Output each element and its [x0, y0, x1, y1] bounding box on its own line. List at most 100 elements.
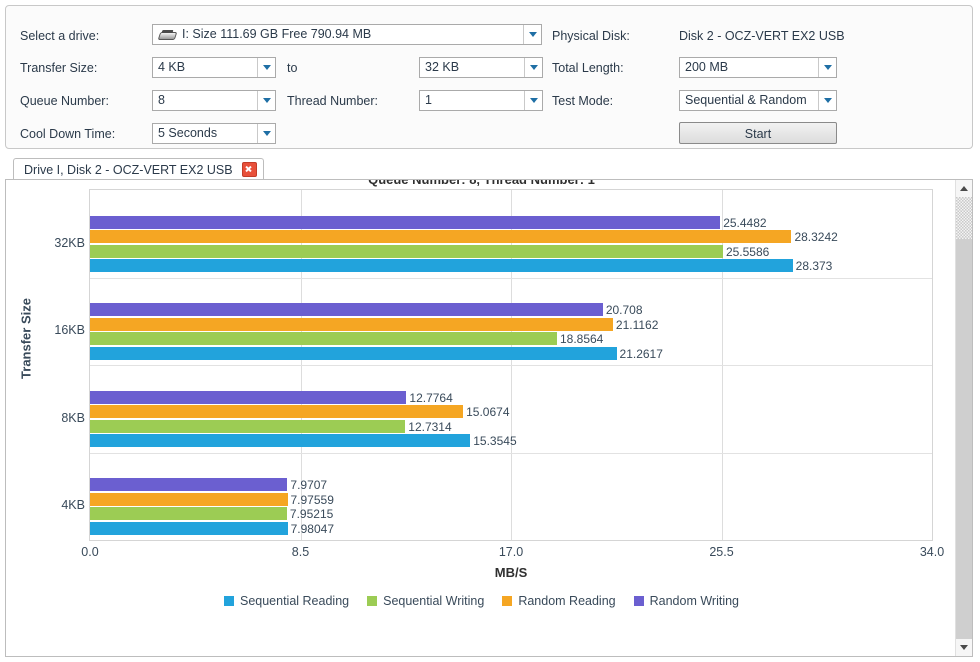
cool-down-time-label: Cool Down Time:	[20, 127, 116, 141]
chevron-down-icon[interactable]	[257, 58, 275, 77]
legend-swatch-icon	[223, 596, 234, 606]
tab-drive-result[interactable]: Drive I, Disk 2 - OCZ-VERT EX2 USB	[13, 158, 264, 180]
chevron-down-icon[interactable]	[523, 25, 541, 44]
tab-label: Drive I, Disk 2 - OCZ-VERT EX2 USB	[24, 162, 233, 177]
bar-32KB-sequential-reading	[90, 259, 793, 272]
chevron-down-icon[interactable]	[257, 91, 275, 110]
drive-select-value: I: Size 111.69 GB Free 790.94 MB	[182, 27, 372, 41]
x-tick-label: 34.0	[919, 545, 945, 559]
settings-panel: Select a drive: I: Size 111.69 GB Free 7…	[5, 5, 973, 149]
x-axis-title: MB/S	[494, 565, 528, 580]
chevron-down-icon[interactable]	[818, 58, 836, 77]
queue-number-value: 8	[158, 93, 165, 107]
bar-8KB-sequential-reading	[90, 434, 471, 447]
test-mode-select[interactable]: Sequential & Random	[679, 90, 837, 111]
bar-value-label: 7.9707	[290, 478, 328, 492]
chart-canvas: Queue Number: 8, Thread Number: 1 Transf…	[6, 180, 955, 656]
bar-value-label: 12.7764	[409, 390, 453, 405]
legend-label: Random Reading	[518, 594, 616, 608]
grid-line-horizontal	[90, 452, 932, 454]
legend-label: Sequential Writing	[383, 594, 485, 608]
bar-4KB-random-writing	[90, 478, 288, 491]
transfer-size-label: Transfer Size:	[20, 61, 98, 75]
scroll-track[interactable]	[956, 197, 972, 639]
bar-value-label: 25.4482	[723, 215, 767, 230]
y-tick-label: 8KB	[61, 410, 85, 425]
bar-4KB-sequential-reading	[90, 521, 288, 535]
legend-swatch-icon	[367, 596, 378, 606]
legend-item[interactable]: Sequential Writing	[367, 594, 484, 608]
test-mode-label: Test Mode:	[552, 94, 614, 108]
queue-number-label: Queue Number:	[20, 94, 109, 108]
bar-value-label: 7.98047	[290, 521, 335, 536]
bar-value-label: 18.8564	[559, 332, 604, 346]
bar-16KB-random-reading	[90, 317, 613, 331]
bar-value-label: 15.0674	[466, 405, 510, 419]
cool-down-time-select[interactable]: 5 Seconds	[152, 123, 276, 144]
transfer-size-from-value: 4 KB	[158, 60, 186, 74]
bar-value-label: 15.3545	[473, 434, 517, 448]
bar-32KB-random-reading	[90, 230, 792, 243]
hard-disk-icon	[157, 29, 178, 40]
bar-16KB-sequential-reading	[90, 346, 617, 360]
scroll-down-icon[interactable]	[956, 639, 972, 656]
physical-disk-value: Disk 2 - OCZ-VERT EX2 USB	[679, 29, 845, 43]
bar-value-label: 25.5586	[725, 244, 770, 259]
x-tick-label: 25.5	[709, 545, 734, 559]
y-tick-label: 32KB	[54, 235, 85, 250]
scroll-up-icon[interactable]	[956, 180, 972, 197]
bar-value-label: 7.97559	[290, 492, 334, 507]
bar-value-label: 28.3242	[794, 230, 838, 244]
bar-4KB-random-reading	[90, 492, 288, 506]
vertical-scrollbar[interactable]	[955, 180, 972, 656]
bar-value-label: 20.708	[605, 303, 643, 317]
transfer-size-to-select[interactable]: 32 KB	[419, 57, 543, 78]
bar-32KB-sequential-writing	[90, 244, 723, 258]
cool-down-time-value: 5 Seconds	[158, 126, 218, 140]
chevron-down-icon[interactable]	[818, 91, 836, 110]
total-length-label: Total Length:	[552, 61, 624, 75]
chart-viewport: Queue Number: 8, Thread Number: 1 Transf…	[6, 180, 955, 656]
legend-swatch-icon	[633, 596, 644, 606]
scroll-thumb[interactable]	[956, 197, 972, 239]
transfer-size-to-label: to	[287, 61, 298, 75]
chart-title: Queue Number: 8, Thread Number: 1	[6, 180, 955, 189]
legend-item[interactable]: Random Reading	[502, 594, 616, 608]
transfer-size-to-value: 32 KB	[425, 60, 460, 74]
chart-legend: Sequential Reading Sequential Writing Rand…	[6, 594, 955, 608]
bar-16KB-random-writing	[90, 303, 603, 316]
x-tick-label: 8.5	[291, 545, 310, 559]
bar-value-label: 21.2617	[619, 346, 663, 361]
bar-8KB-random-writing	[90, 390, 407, 404]
plot-area: 7.98047 7.95215 7.97559 7.9707 15.3545 12.731…	[89, 189, 933, 541]
x-tick-label: 17.0	[498, 545, 524, 559]
legend-label: Sequential Reading	[239, 594, 350, 608]
thread-number-label: Thread Number:	[287, 94, 379, 108]
legend-label: Random Writing	[649, 594, 740, 608]
grid-line-horizontal	[90, 277, 932, 279]
legend-swatch-icon	[502, 596, 513, 606]
legend-item[interactable]: Random Writing	[633, 594, 740, 608]
legend-item[interactable]: Sequential Reading	[223, 594, 350, 608]
physical-disk-label: Physical Disk:	[552, 29, 630, 43]
queue-number-select[interactable]: 8	[152, 90, 276, 111]
transfer-size-from-select[interactable]: 4 KB	[152, 57, 276, 78]
chevron-down-icon[interactable]	[524, 91, 542, 110]
tabstrip: Drive I, Disk 2 - OCZ-VERT EX2 USB	[5, 158, 973, 180]
drive-select[interactable]: I: Size 111.69 GB Free 790.94 MB	[152, 24, 542, 45]
thread-number-value: 1	[425, 93, 432, 107]
thread-number-select[interactable]: 1	[419, 90, 543, 111]
grid-line-horizontal	[90, 365, 932, 366]
total-length-select[interactable]: 200 MB	[679, 57, 837, 78]
close-icon[interactable]	[241, 162, 257, 177]
test-mode-value: Sequential & Random	[685, 93, 807, 107]
y-tick-label: 16KB	[54, 323, 85, 338]
chevron-down-icon[interactable]	[257, 124, 275, 143]
start-button[interactable]: Start	[679, 122, 837, 144]
y-tick-label: 4KB	[61, 498, 85, 513]
bar-value-label: 12.7314	[408, 419, 452, 434]
chevron-down-icon[interactable]	[524, 58, 542, 77]
select-drive-label: Select a drive:	[20, 29, 100, 43]
bar-value-label: 21.1162	[615, 317, 659, 332]
bar-32KB-random-writing	[90, 215, 721, 229]
